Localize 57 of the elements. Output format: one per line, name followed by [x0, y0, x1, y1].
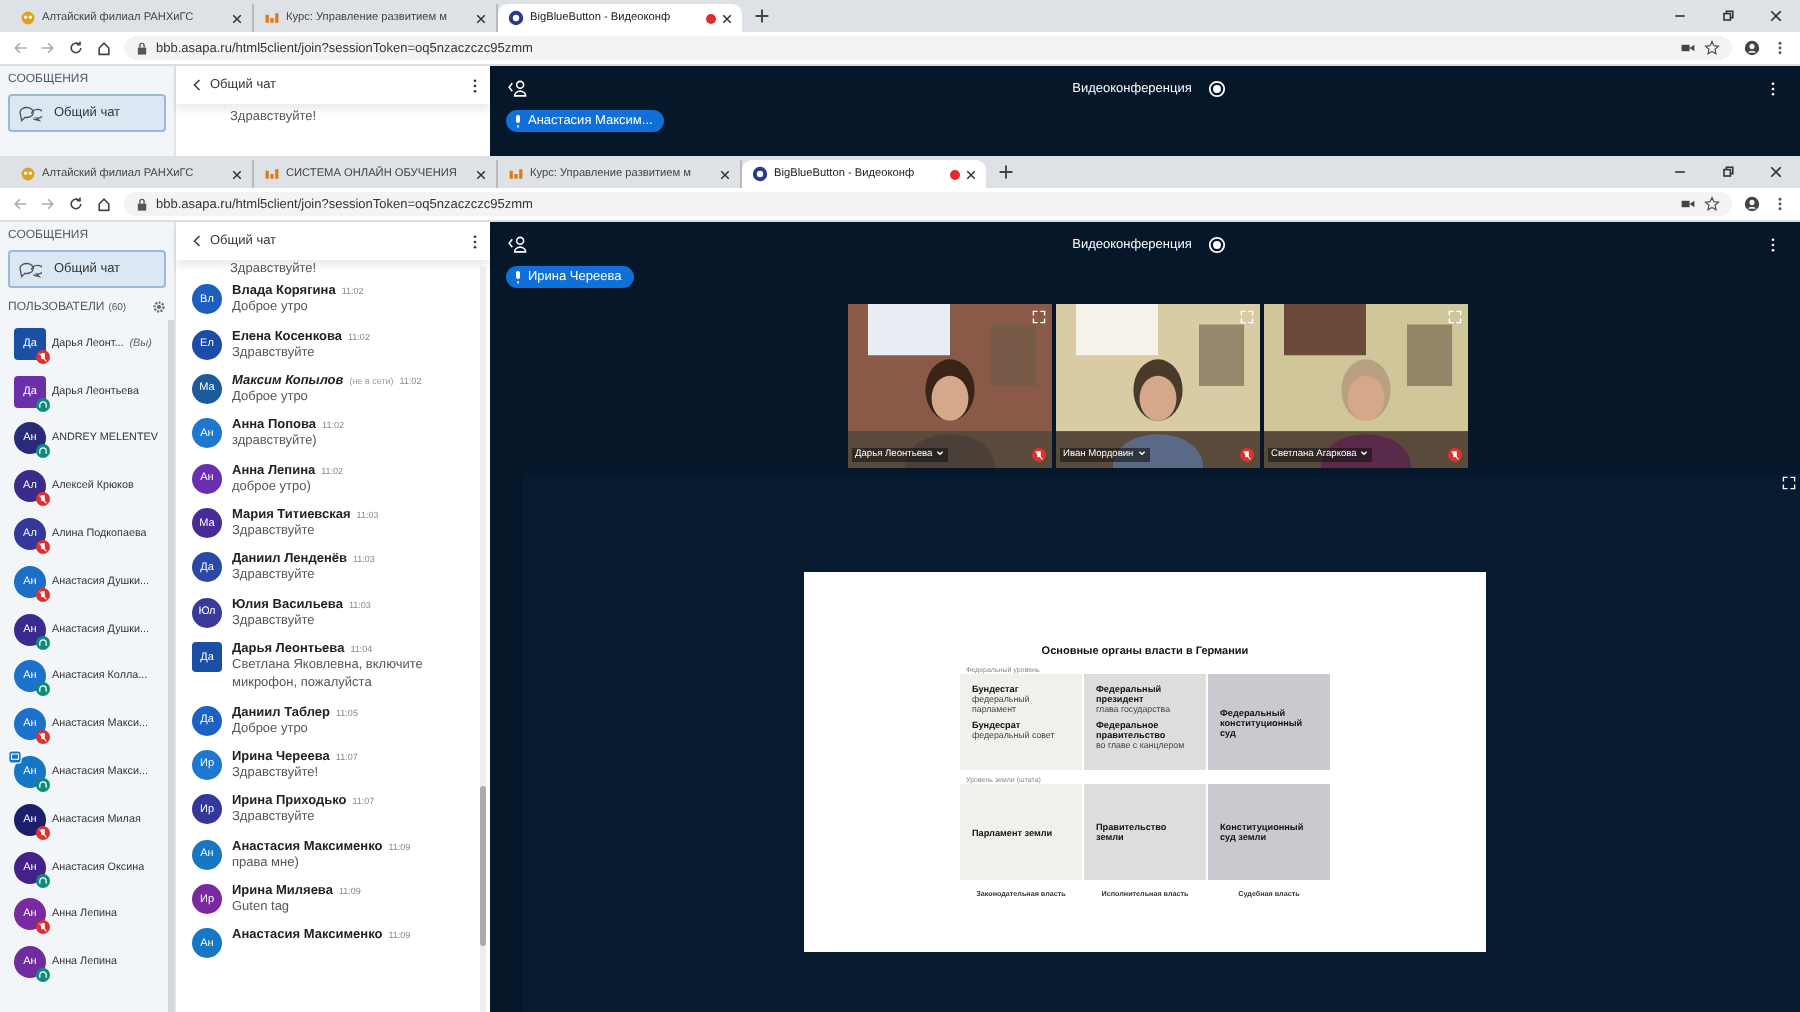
muted-microphone-icon [1031, 448, 1045, 462]
close-icon[interactable] [1768, 8, 1784, 24]
camera-icon[interactable] [1680, 196, 1696, 212]
ring-icon [752, 166, 768, 182]
record-icon[interactable] [1207, 235, 1226, 253]
star-icon[interactable] [1704, 40, 1720, 56]
reload-icon[interactable] [68, 196, 84, 212]
lock-icon [136, 197, 148, 211]
scrollbar-thumb[interactable] [480, 786, 486, 946]
dropdown-caret-icon[interactable] [1137, 450, 1146, 457]
record-icon[interactable] [1207, 79, 1226, 97]
bar-chart-icon [508, 166, 524, 182]
chevron-left-icon[interactable] [192, 78, 202, 92]
muted-microphone-icon [1239, 448, 1253, 462]
microphone-icon [514, 114, 522, 128]
new-tab-icon[interactable] [998, 164, 1014, 180]
chevron-left-icon[interactable] [192, 234, 202, 248]
close-icon[interactable] [720, 169, 730, 179]
more-options-icon[interactable] [472, 77, 478, 93]
microphone-icon [514, 270, 522, 284]
restore-icon[interactable] [1720, 8, 1736, 24]
profile-icon[interactable] [1744, 196, 1760, 212]
recording-dot-icon [950, 169, 960, 179]
more-options-icon[interactable] [472, 233, 478, 249]
owl-icon [20, 10, 36, 26]
close-icon[interactable] [1768, 164, 1784, 180]
bar-chart-icon [264, 166, 280, 182]
chat-bubbles-icon [18, 259, 42, 279]
camera-icon[interactable] [1680, 40, 1696, 56]
star-icon[interactable] [1704, 196, 1720, 212]
dropdown-caret-icon[interactable] [936, 450, 945, 457]
fullscreen-icon[interactable] [1782, 476, 1796, 490]
more-options-icon[interactable] [1770, 79, 1776, 97]
users-toggle-icon[interactable] [506, 78, 528, 98]
reload-icon[interactable] [68, 40, 84, 56]
lock-icon [136, 41, 148, 55]
close-icon[interactable] [232, 13, 242, 23]
ring-icon [508, 10, 524, 26]
new-tab-icon[interactable] [754, 8, 770, 24]
owl-icon [20, 166, 36, 182]
users-toggle-icon[interactable] [506, 234, 528, 254]
profile-icon[interactable] [1744, 40, 1760, 56]
more-options-icon[interactable] [1770, 235, 1776, 253]
close-icon[interactable] [476, 13, 486, 23]
muted-microphone-icon [1447, 448, 1461, 462]
close-icon[interactable] [476, 169, 486, 179]
chat-bubbles-icon [18, 103, 42, 123]
dropdown-caret-icon[interactable] [1360, 450, 1369, 457]
settings-icon[interactable] [152, 300, 166, 314]
close-icon[interactable] [232, 169, 242, 179]
bar-chart-icon [264, 10, 280, 26]
restore-icon[interactable] [1720, 164, 1736, 180]
close-icon[interactable] [722, 13, 732, 23]
close-icon[interactable] [966, 169, 976, 179]
home-icon[interactable] [96, 196, 112, 212]
recording-dot-icon [706, 13, 716, 23]
home-icon[interactable] [96, 40, 112, 56]
